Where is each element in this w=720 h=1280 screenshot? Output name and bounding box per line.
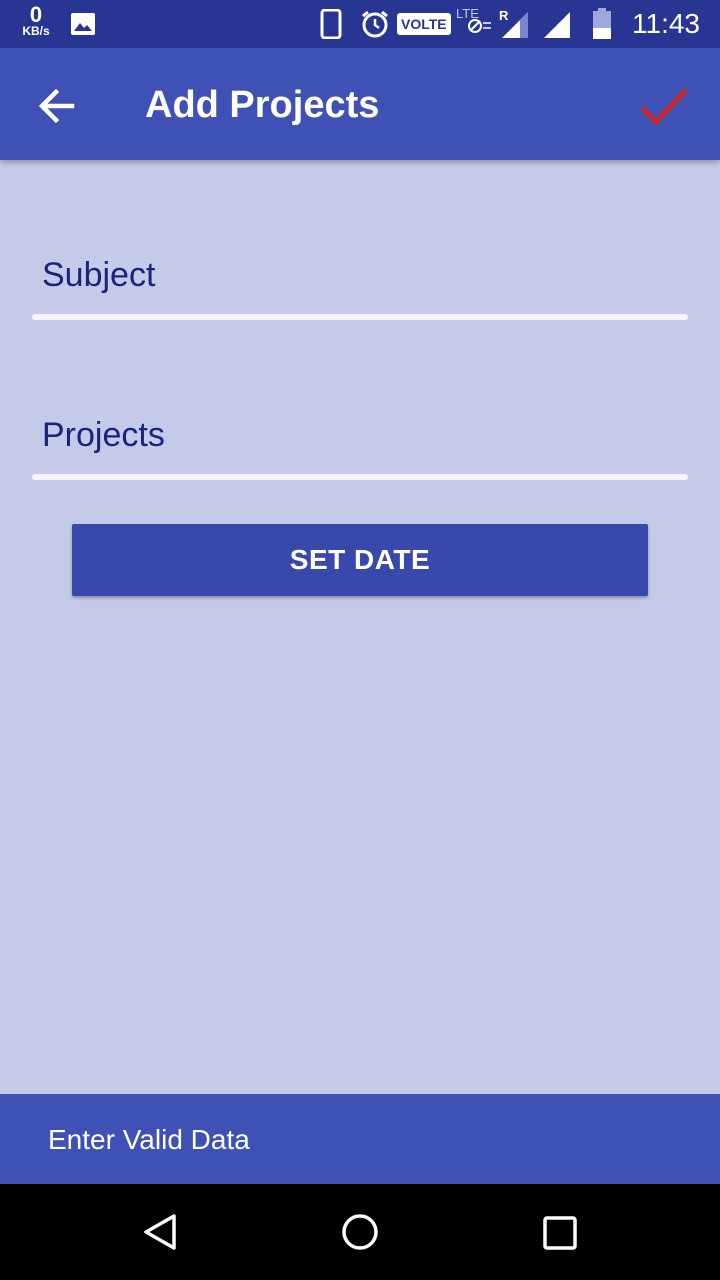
arrow-back-icon bbox=[32, 88, 80, 134]
page-title: Add Projects bbox=[145, 84, 380, 126]
network-speed-value: 0 bbox=[29, 2, 43, 27]
signal-icon bbox=[542, 10, 572, 43]
subject-underline bbox=[32, 314, 688, 320]
network-speed-unit: KB/s bbox=[22, 24, 50, 38]
network-speed: 0 KB/s bbox=[18, 2, 54, 38]
volte-icon: VOLTE bbox=[397, 13, 451, 35]
confirm-button[interactable] bbox=[636, 78, 692, 134]
status-time: 11:43 bbox=[632, 8, 700, 39]
snackbar-message: Enter Valid Data bbox=[48, 1124, 250, 1155]
signal-roaming-icon: R bbox=[498, 8, 532, 45]
phone-icon bbox=[320, 8, 342, 44]
alarm-icon bbox=[360, 9, 390, 44]
svg-text:LTE: LTE bbox=[456, 6, 479, 21]
status-bar: 0 KB/s VOLTE LTE R 11:43 bbox=[0, 0, 720, 48]
battery-icon bbox=[592, 8, 612, 45]
back-button[interactable] bbox=[32, 82, 80, 130]
projects-underline bbox=[32, 474, 688, 480]
lte-icon: LTE bbox=[455, 6, 495, 45]
subject-field bbox=[32, 250, 688, 320]
check-icon bbox=[636, 88, 692, 138]
nav-home-icon[interactable] bbox=[338, 1210, 382, 1259]
projects-input[interactable] bbox=[32, 410, 688, 460]
projects-field bbox=[32, 410, 688, 480]
svg-text:R: R bbox=[499, 8, 509, 23]
nav-back-icon[interactable] bbox=[140, 1212, 180, 1257]
gallery-icon bbox=[70, 12, 96, 41]
app-bar: Add Projects bbox=[0, 48, 720, 160]
snackbar: Enter Valid Data bbox=[0, 1094, 720, 1184]
subject-input[interactable] bbox=[32, 250, 688, 300]
navigation-bar bbox=[0, 1184, 720, 1280]
set-date-button[interactable]: SET DATE bbox=[72, 524, 648, 596]
nav-recents-icon[interactable] bbox=[541, 1214, 579, 1257]
